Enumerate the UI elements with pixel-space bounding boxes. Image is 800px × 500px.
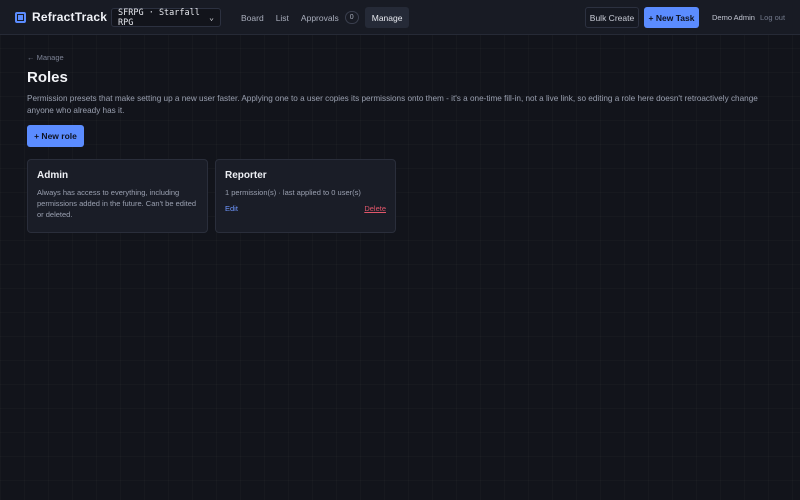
nav-approvals[interactable]: Approvals 0	[295, 7, 365, 28]
top-bar: RefractTrack SFRPG · Starfall RPG ⌄ Boar…	[0, 0, 800, 35]
user-name: Demo Admin	[712, 13, 755, 22]
back-link[interactable]: ← Manage	[27, 53, 64, 62]
new-role-button[interactable]: + New role	[27, 125, 84, 147]
delete-role-link[interactable]: Delete	[364, 204, 386, 213]
role-description: 1 permission(s) · last applied to 0 user…	[225, 188, 361, 197]
nav-list[interactable]: List	[270, 7, 295, 28]
edit-role-link[interactable]: Edit	[225, 204, 238, 213]
bulk-create-button[interactable]: Bulk Create	[585, 7, 639, 28]
nav-board-label: Board	[241, 12, 264, 23]
new-task-button[interactable]: + New Task	[644, 7, 699, 28]
page-description: Permission presets that make setting up …	[27, 94, 758, 115]
project-select-value: SFRPG · Starfall RPG	[118, 7, 200, 28]
page-title: Roles	[27, 69, 68, 86]
role-actions: Edit Delete	[225, 204, 386, 213]
nav-list-label: List	[275, 12, 289, 23]
main-nav: Board List Approvals 0 Manage	[235, 7, 410, 28]
role-description: Always has access to everything, includi…	[37, 188, 197, 219]
nav-manage[interactable]: Manage	[364, 7, 410, 28]
nav-approvals-label: Approvals	[300, 12, 339, 23]
role-card-reporter: Reporter 1 permission(s) · last applied …	[215, 159, 396, 233]
nav-board[interactable]: Board	[235, 7, 270, 28]
brand[interactable]: RefractTrack	[15, 10, 107, 24]
nav-manage-label: Manage	[371, 12, 403, 23]
project-select[interactable]: SFRPG · Starfall RPG ⌄	[111, 7, 221, 28]
role-card-admin: Admin Always has access to everything, i…	[27, 159, 208, 233]
role-name: Reporter	[225, 170, 267, 181]
logo-icon	[15, 11, 26, 23]
chevron-down-icon: ⌄	[209, 13, 214, 22]
app-name: RefractTrack	[32, 10, 108, 24]
logout-link[interactable]: Log out	[760, 13, 785, 22]
role-name: Admin	[37, 170, 69, 181]
approvals-count-badge: 0	[344, 11, 359, 24]
